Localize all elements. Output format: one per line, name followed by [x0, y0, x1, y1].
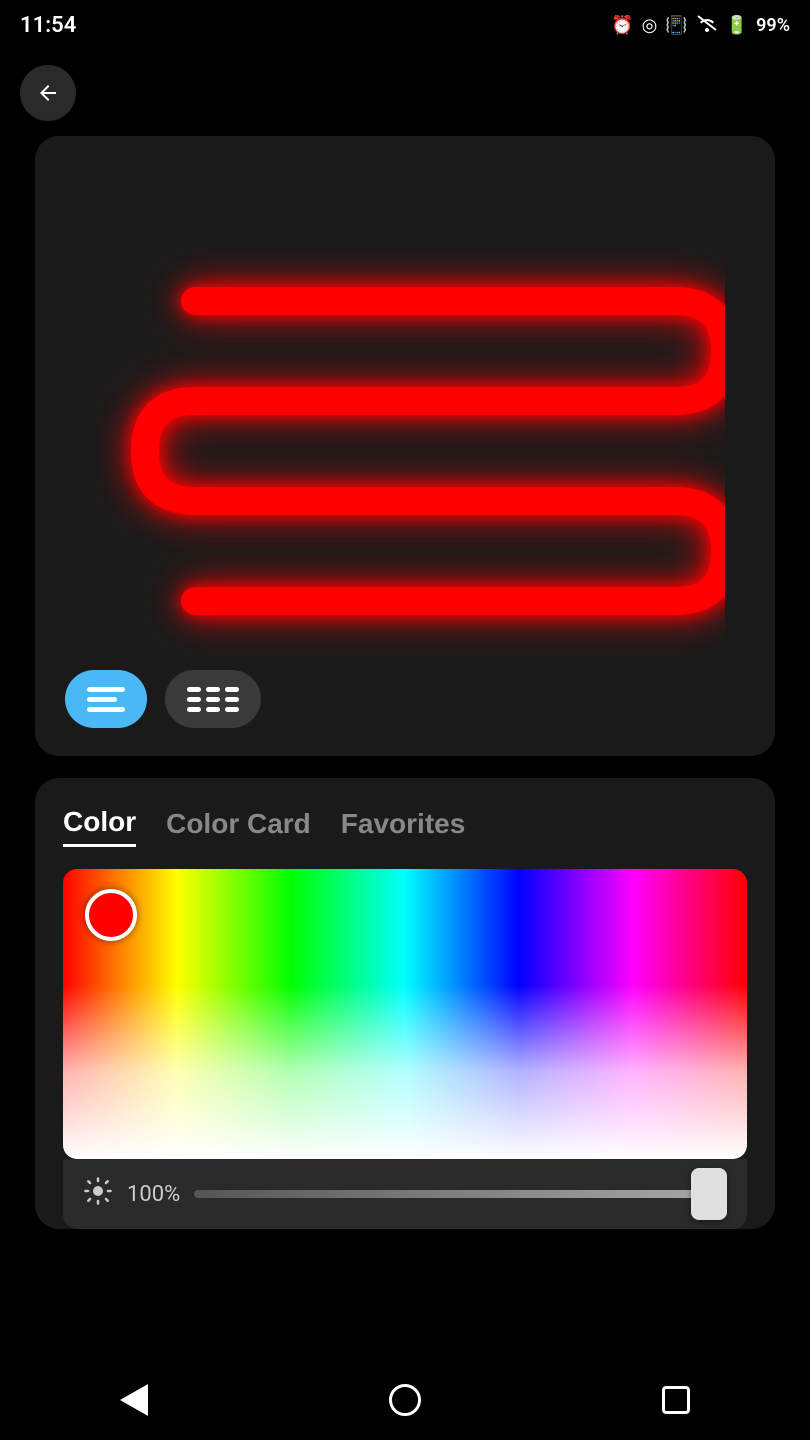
neon-svg: [85, 221, 725, 671]
color-picker[interactable]: [63, 869, 747, 1159]
style-tab-segmented[interactable]: [165, 670, 261, 728]
brightness-slider[interactable]: [194, 1190, 727, 1198]
continuous-lines-icon: [87, 687, 125, 712]
battery-percent: 99%: [756, 15, 790, 36]
back-arrow-icon: [36, 81, 60, 105]
brightness-row: 100%: [63, 1159, 747, 1229]
color-spectrum: [63, 869, 747, 1159]
style-tabs: [65, 670, 261, 728]
tab-color[interactable]: Color: [63, 806, 136, 847]
color-selector-handle[interactable]: [85, 889, 137, 941]
neon-display: [35, 136, 775, 756]
nav-bar: [0, 1360, 810, 1440]
color-panel: Color Color Card Favorites 100%: [35, 778, 775, 1229]
status-icons: ⏰ ◎ 📳 🔋 99%: [611, 14, 790, 37]
nav-home-button[interactable]: [389, 1384, 421, 1416]
tab-favorites[interactable]: Favorites: [341, 806, 466, 847]
at-icon: ◎: [642, 15, 658, 36]
color-tab-bar: Color Color Card Favorites: [63, 806, 747, 847]
nav-back-icon: [120, 1384, 148, 1416]
back-button[interactable]: [20, 65, 76, 121]
nav-recents-button[interactable]: [662, 1386, 690, 1414]
tab-color-card[interactable]: Color Card: [166, 806, 311, 847]
back-btn-container: [0, 50, 810, 136]
wifi-icon: [696, 14, 718, 37]
status-time: 11:54: [20, 13, 76, 38]
brightness-value: 100%: [127, 1182, 180, 1207]
brightness-icon: [83, 1176, 113, 1213]
segmented-lines-icon: [187, 687, 239, 712]
nav-home-icon: [389, 1384, 421, 1416]
nav-recents-icon: [662, 1386, 690, 1414]
style-tab-continuous[interactable]: [65, 670, 147, 728]
vibrate-icon: 📳: [665, 15, 687, 36]
brightness-thumb[interactable]: [691, 1168, 727, 1220]
preview-card: [35, 136, 775, 756]
sun-icon-svg: [83, 1176, 113, 1206]
battery-icon: 🔋: [726, 15, 748, 36]
alarm-icon: ⏰: [611, 15, 633, 36]
nav-back-button[interactable]: [120, 1384, 148, 1416]
status-bar: 11:54 ⏰ ◎ 📳 🔋 99%: [0, 0, 810, 50]
